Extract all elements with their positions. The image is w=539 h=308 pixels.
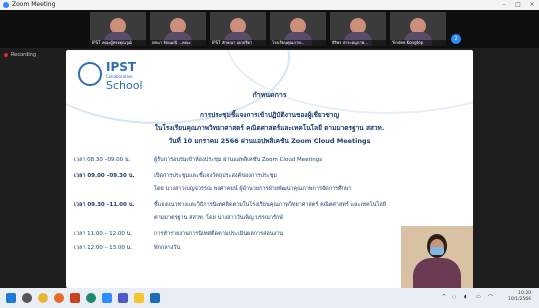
agenda-time: เวลา 09.00 –09.30 น. — [74, 173, 135, 179]
agenda-time: เวลา 11.00 – 12.00 น. — [74, 231, 133, 237]
participant-name: สิริพร สาระอนุภาพ... — [330, 40, 386, 46]
agenda-title: กำหนดการ — [252, 91, 287, 99]
clock-date: 10/1/2566 — [508, 297, 532, 302]
maximize-button[interactable]: □ — [511, 0, 525, 10]
zoom-icon[interactable] — [102, 293, 112, 303]
keyboard-icon[interactable]: ▭ — [476, 294, 481, 300]
chrome-icon[interactable] — [38, 293, 48, 303]
windows-taskbar: ^ ◌ ◖ ▭ ⌒ 10:20 10/1/2566 — [0, 288, 539, 308]
app-icon[interactable] — [150, 293, 160, 303]
volume-icon[interactable]: ◖ — [464, 294, 467, 300]
participant-name: โรงเรียนคุณภาพ... — [270, 40, 326, 46]
close-button[interactable]: × — [525, 0, 539, 10]
slide-heading: การประชุมชี้แจงการเข้าปฏิบัติงานของผู้เช… — [200, 111, 339, 119]
tray-chevron-icon[interactable]: ^ — [442, 294, 446, 300]
wifi-icon[interactable]: ⌒ — [488, 294, 493, 301]
logo-ipst-text: IPST — [106, 60, 137, 74]
agenda-time: เวลา 12.00 – 13.00 น. — [74, 245, 133, 251]
window-title: Zoom Meeting — [12, 1, 56, 8]
participant-tile[interactable]: สิริพร สาระอนุภาพ... — [330, 12, 386, 46]
participant-tile[interactable]: พจนา รัตนมณี ...คณะ — [150, 12, 206, 46]
agenda-item: ชี้แจงแนวทางและวิธีการนิเทศติดตามในโรงเร… — [154, 202, 386, 208]
powerpoint-icon[interactable] — [70, 293, 80, 303]
slide-heading: ในโรงเรียนคุณภาพวิทยาศาสตร์ คณิตศาสตร์แล… — [154, 124, 385, 132]
firefox-icon[interactable] — [54, 293, 64, 303]
slide-heading: วันที่ 10 มกราคม 2566 ผ่านแอปพลิเคชัน Zo… — [168, 137, 371, 145]
agenda-item: โดย นางสาวเบญจวรรณ พงศาคมน์ ผู้อำนวยการฝ… — [154, 186, 352, 192]
agenda-item: ตามมาตรฐาน สสวท. โดย นางสาววันเพ็ญ บรรณา… — [154, 215, 283, 221]
participant-name: IPST คณะผู้ทรงคุณวุฒิ — [90, 40, 146, 46]
speaker-mask — [430, 247, 444, 255]
logo-circle-icon — [78, 62, 102, 86]
agenda-item: เปิดการประชุมและชี้แจงวัตถุประสงค์ของการ… — [154, 173, 278, 179]
participant-tile[interactable]: IPST ลักษณา เอกปรีดา — [210, 12, 266, 46]
ipst-logo: IPST Collaborative School — [78, 60, 154, 94]
record-icon — [4, 52, 8, 57]
agenda-item: การทำรายงานการนิเทศติดตามประเมินผลการสอน… — [154, 231, 284, 237]
recording-indicator[interactable]: Recording — [4, 52, 36, 58]
participant-name: Yindee Kongtep — [390, 40, 446, 46]
taskbar-clock[interactable]: 10:20 10/1/2566 — [508, 291, 531, 303]
decorative-wave — [226, 50, 473, 114]
participant-strip: IPST คณะผู้ทรงคุณวุฒิ พจนา รัตนมณี ...คณ… — [0, 10, 539, 48]
more-participants-button[interactable]: 2 — [451, 34, 461, 44]
agenda-time: เวลา 08.30 –09.00 น. — [74, 157, 131, 163]
participant-tile[interactable]: โรงเรียนคุณภาพ... — [270, 12, 326, 46]
participant-name: IPST ลักษณา เอกปรีดา — [210, 40, 266, 46]
teams-icon[interactable] — [118, 293, 128, 303]
participant-name: พจนา รัตนมณี ...คณะ — [150, 40, 206, 46]
participant-tile[interactable]: IPST คณะผู้ทรงคุณวุฒิ — [90, 12, 146, 46]
agenda-item: ผู้รับการอบรมเข้าห้องประชุม ผ่านแอพลิเคช… — [154, 157, 323, 163]
speaker-body — [413, 258, 461, 288]
window-titlebar: Zoom Meeting – □ × — [0, 0, 539, 10]
zoom-icon — [3, 2, 9, 8]
search-icon[interactable] — [22, 293, 32, 303]
agenda-time: เวลา 09.30 –11.00 น. — [74, 202, 135, 208]
network-icon[interactable]: ◌ — [452, 294, 456, 300]
edge-icon[interactable] — [86, 293, 96, 303]
windows-icon[interactable] — [6, 293, 16, 303]
speaker-video[interactable] — [401, 226, 473, 288]
participant-tile[interactable]: Yindee Kongtep — [390, 12, 446, 46]
recording-label: Recording — [11, 52, 37, 58]
minimize-button[interactable]: – — [497, 0, 511, 10]
agenda-item: พักกลางวัน — [154, 245, 181, 251]
explorer-icon[interactable] — [134, 293, 144, 303]
